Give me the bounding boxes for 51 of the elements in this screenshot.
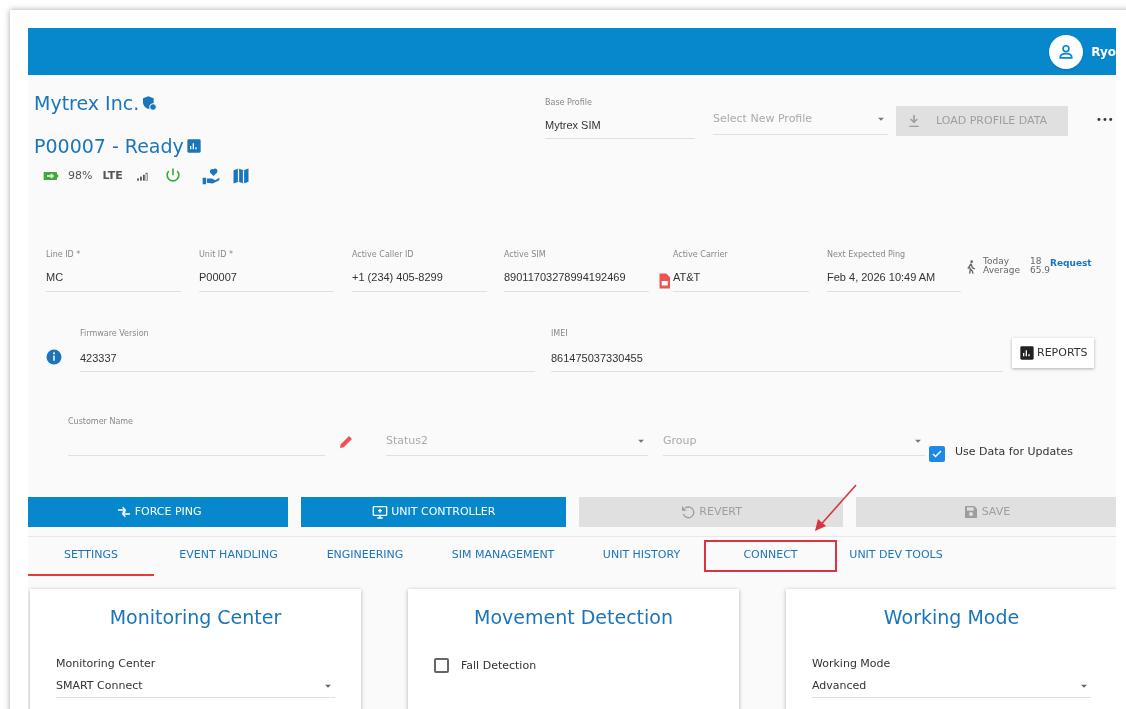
average-value: 65.9 [1029,266,1050,275]
reports-button[interactable]: REPORTS [1012,338,1095,368]
info-icon [45,348,63,366]
today-label: Today [983,257,1010,266]
card-title: Working Mode [882,605,1021,630]
today-value: 18 [1029,257,1042,266]
tab[interactable]: UNIT HISTORY [579,537,704,576]
unit-title: P00007 - Ready [34,133,184,159]
text-field[interactable]: Next Expected Ping Feb 4, 2026 10:49 AM [827,249,961,292]
monitor-icon [371,504,390,520]
shield-badge-icon [141,95,158,112]
tab[interactable]: UNIT DEV TOOLS [837,537,955,576]
action-button[interactable]: UNIT CONTROLLER [301,497,566,527]
action-button[interactable]: FORCE PING [28,497,289,527]
checkbox-label: Use Data for Updates [955,443,1073,460]
chart-icon [185,137,202,154]
text-field[interactable]: Active Carrier AT&T [673,249,809,292]
checkbox[interactable] [434,658,449,674]
text-field[interactable]: Active Caller ID +1 (234) 405-8299 [352,249,487,292]
text-field[interactable]: Unit ID * P00007 [199,249,334,292]
checkbox-label: Fall Detection [461,657,537,674]
company-name: Mytrex Inc. [34,91,140,116]
more-button[interactable]: ••• [1096,112,1114,127]
checkbox[interactable] [929,446,945,462]
battery-level: 98% [68,167,93,184]
base-profile-field[interactable]: Base Profile Mytrex SIM [545,97,695,139]
select-field[interactable]: Working Mode Advanced [812,655,1091,698]
pencil-icon [337,433,355,451]
request-link[interactable]: Request [1050,257,1092,271]
download-icon [906,113,922,129]
card-title: Movement Detection [473,605,674,630]
tab[interactable]: EVENT HANDLING [154,537,303,576]
text-field[interactable]: Active SIM 89011703278994192469 [504,249,649,292]
check-icon [931,448,943,460]
text-field[interactable]: Line ID * MC [46,249,181,292]
text-field[interactable]: Firmware Version 423337 [80,327,535,372]
card-title: Monitoring Center [108,605,283,630]
avatar-button[interactable] [1049,34,1084,69]
map-icon [230,166,251,186]
text-field[interactable]: IMEI 861475037330455 [551,327,1003,372]
network-type: LTE [102,167,123,184]
tab[interactable]: CONNECT [704,539,837,574]
hand-heart-icon [200,166,221,186]
tab[interactable]: SIM MANAGEMENT [427,537,579,576]
chart-icon [1019,345,1035,361]
tab[interactable]: SETTINGS [28,537,154,576]
user-name: Ryo [1091,43,1116,61]
average-label: Average [983,266,1020,275]
customer-name-field[interactable]: Customer Name [68,416,325,456]
select-field[interactable]: Monitoring Center SMART Connect [56,655,335,698]
tab[interactable]: ENGINEERING [303,537,427,576]
